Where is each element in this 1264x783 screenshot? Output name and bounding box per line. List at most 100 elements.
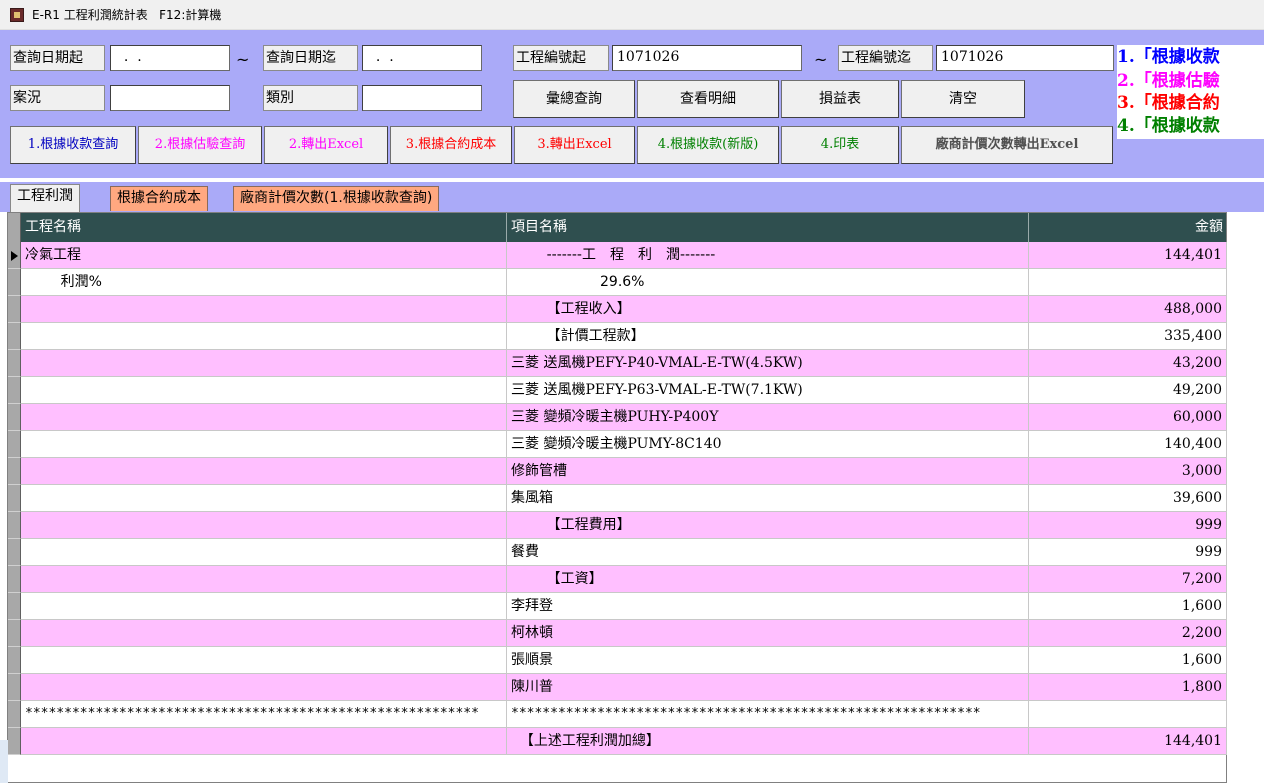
table-row[interactable]: 張順景 1,600 (21, 647, 1227, 674)
row-selector[interactable] (8, 269, 21, 296)
vendor-count-excel-button[interactable]: 廠商計價次數轉出Excel (901, 126, 1113, 164)
table-row[interactable]: 三菱 送風機PEFY-P40-VMAL-E-TW(4.5KW) 43,200 (21, 350, 1227, 377)
cell-amount[interactable]: 1,600 (1029, 593, 1227, 620)
cell-amount[interactable]: 140,400 (1029, 431, 1227, 458)
cell-project-name[interactable] (21, 404, 507, 431)
col-amount[interactable]: 金額 (1029, 213, 1227, 242)
tab-vendor-count[interactable]: 廠商計價次數(1.根據收款查詢) (233, 186, 440, 211)
row-selector[interactable] (8, 674, 21, 701)
col-project-name[interactable]: 工程名稱 (21, 213, 507, 242)
row-selector[interactable] (8, 728, 21, 755)
cell-item-name[interactable]: 三菱 送風機PEFY-P63-VMAL-E-TW(7.1KW) (507, 377, 1029, 404)
row-selector[interactable] (8, 296, 21, 323)
table-row[interactable]: 【計價工程款】 335,400 (21, 323, 1227, 350)
cell-item-name[interactable]: 三菱 變頻冷暖主機PUHY-P400Y (507, 404, 1029, 431)
cell-amount[interactable] (1029, 701, 1227, 728)
cell-project-name[interactable] (21, 350, 507, 377)
pnl-button[interactable]: 損益表 (781, 80, 899, 118)
cell-project-name[interactable]: ****************************************… (21, 701, 507, 728)
cell-item-name[interactable]: 陳川普 (507, 674, 1029, 701)
cell-amount[interactable]: 7,200 (1029, 566, 1227, 593)
cell-item-name[interactable]: 餐費 (507, 539, 1029, 566)
table-row[interactable]: 三菱 送風機PEFY-P63-VMAL-E-TW(7.1KW) 49,200 (21, 377, 1227, 404)
by-contract-cost-button[interactable]: 3.根據合約成本 (390, 126, 512, 164)
cell-item-name[interactable]: 【工程費用】 (507, 512, 1029, 539)
row-selector[interactable] (8, 593, 21, 620)
cell-item-name[interactable]: 三菱 變頻冷暖主機PUMY-8C140 (507, 431, 1029, 458)
cell-amount[interactable]: 49,200 (1029, 377, 1227, 404)
cell-project-name[interactable] (21, 485, 507, 512)
category-input[interactable] (362, 85, 482, 111)
table-row[interactable]: 集風箱 39,600 (21, 485, 1227, 512)
row-selector[interactable] (8, 539, 21, 566)
cell-amount[interactable]: 1,600 (1029, 647, 1227, 674)
cell-item-name[interactable]: 張順景 (507, 647, 1029, 674)
row-selector[interactable] (8, 485, 21, 512)
cell-item-name[interactable]: 集風箱 (507, 485, 1029, 512)
cell-project-name[interactable] (21, 674, 507, 701)
cell-item-name[interactable]: 柯林頓 (507, 620, 1029, 647)
cell-amount[interactable]: 144,401 (1029, 728, 1227, 755)
col-item-name[interactable]: 項目名稱 (507, 213, 1029, 242)
contract-excel-button[interactable]: 3.轉出Excel (514, 126, 635, 164)
cell-amount[interactable]: 488,000 (1029, 296, 1227, 323)
view-detail-button[interactable]: 查看明細 (637, 80, 779, 118)
table-row[interactable]: 陳川普 1,800 (21, 674, 1227, 701)
table-row[interactable]: 餐費 999 (21, 539, 1227, 566)
row-selector[interactable] (8, 431, 21, 458)
tab-project-profit[interactable]: 工程利潤 (10, 184, 80, 212)
cell-amount[interactable]: 144,401 (1029, 242, 1227, 269)
cell-project-name[interactable] (21, 620, 507, 647)
cell-project-name[interactable] (21, 377, 507, 404)
proj-to-input[interactable]: 1071026 (936, 45, 1114, 71)
cell-amount[interactable] (1029, 269, 1227, 296)
cell-item-name[interactable]: 【工程收入】 (507, 296, 1029, 323)
by-receipt-new-button[interactable]: 4.根據收款(新版) (637, 126, 779, 164)
row-selector[interactable] (8, 458, 21, 485)
table-row[interactable]: 利潤% 29.6% (21, 269, 1227, 296)
cell-item-name[interactable]: 【上述工程利潤加總】 (507, 728, 1029, 755)
cell-amount[interactable]: 2,200 (1029, 620, 1227, 647)
cell-project-name[interactable] (21, 566, 507, 593)
cell-project-name[interactable] (21, 296, 507, 323)
cell-item-name[interactable]: 李拜登 (507, 593, 1029, 620)
cell-project-name[interactable] (21, 512, 507, 539)
table-row[interactable]: 【上述工程利潤加總】 144,401 (21, 728, 1227, 755)
estimate-excel-button[interactable]: 2.轉出Excel (264, 126, 388, 164)
row-selector[interactable] (8, 512, 21, 539)
table-row[interactable]: 修飾管槽 3,000 (21, 458, 1227, 485)
cell-project-name[interactable]: 冷氣工程 (21, 242, 507, 269)
summary-query-button[interactable]: 彙總查詢 (513, 80, 635, 118)
table-row[interactable]: 【工資】 7,200 (21, 566, 1227, 593)
cell-amount[interactable]: 335,400 (1029, 323, 1227, 350)
table-row[interactable]: 【工程收入】 488,000 (21, 296, 1227, 323)
cell-project-name[interactable] (21, 647, 507, 674)
table-row[interactable]: 三菱 變頻冷暖主機PUMY-8C140 140,400 (21, 431, 1227, 458)
proj-from-input[interactable]: 1071026 (612, 45, 802, 71)
cell-project-name[interactable]: 利潤% (21, 269, 507, 296)
table-row[interactable]: 【工程費用】 999 (21, 512, 1227, 539)
cell-project-name[interactable] (21, 458, 507, 485)
cell-amount[interactable]: 1,800 (1029, 674, 1227, 701)
by-receipt-query-button[interactable]: 1.根據收款查詢 (10, 126, 136, 164)
cell-item-name[interactable]: 29.6% (507, 269, 1029, 296)
cell-project-name[interactable] (21, 728, 507, 755)
table-row[interactable]: 三菱 變頻冷暖主機PUHY-P400Y 60,000 (21, 404, 1227, 431)
table-row[interactable]: 柯林頓 2,200 (21, 620, 1227, 647)
clear-button[interactable]: 清空 (901, 80, 1025, 118)
cell-amount[interactable]: 43,200 (1029, 350, 1227, 377)
table-row[interactable]: 李拜登 1,600 (21, 593, 1227, 620)
cell-project-name[interactable] (21, 431, 507, 458)
cell-amount[interactable]: 60,000 (1029, 404, 1227, 431)
cell-item-name[interactable]: 三菱 送風機PEFY-P40-VMAL-E-TW(4.5KW) (507, 350, 1029, 377)
by-estimate-query-button[interactable]: 2.根據估驗查詢 (138, 126, 262, 164)
cell-item-name[interactable]: 【計價工程款】 (507, 323, 1029, 350)
row-selector[interactable] (8, 647, 21, 674)
row-selector[interactable] (8, 242, 21, 269)
print-button[interactable]: 4.印表 (781, 126, 899, 164)
cell-project-name[interactable] (21, 539, 507, 566)
cell-item-name[interactable]: -------工 程 利 潤------- (507, 242, 1029, 269)
table-row[interactable]: ****************************************… (21, 701, 1227, 728)
row-selector[interactable] (8, 701, 21, 728)
status-input[interactable] (110, 85, 230, 111)
